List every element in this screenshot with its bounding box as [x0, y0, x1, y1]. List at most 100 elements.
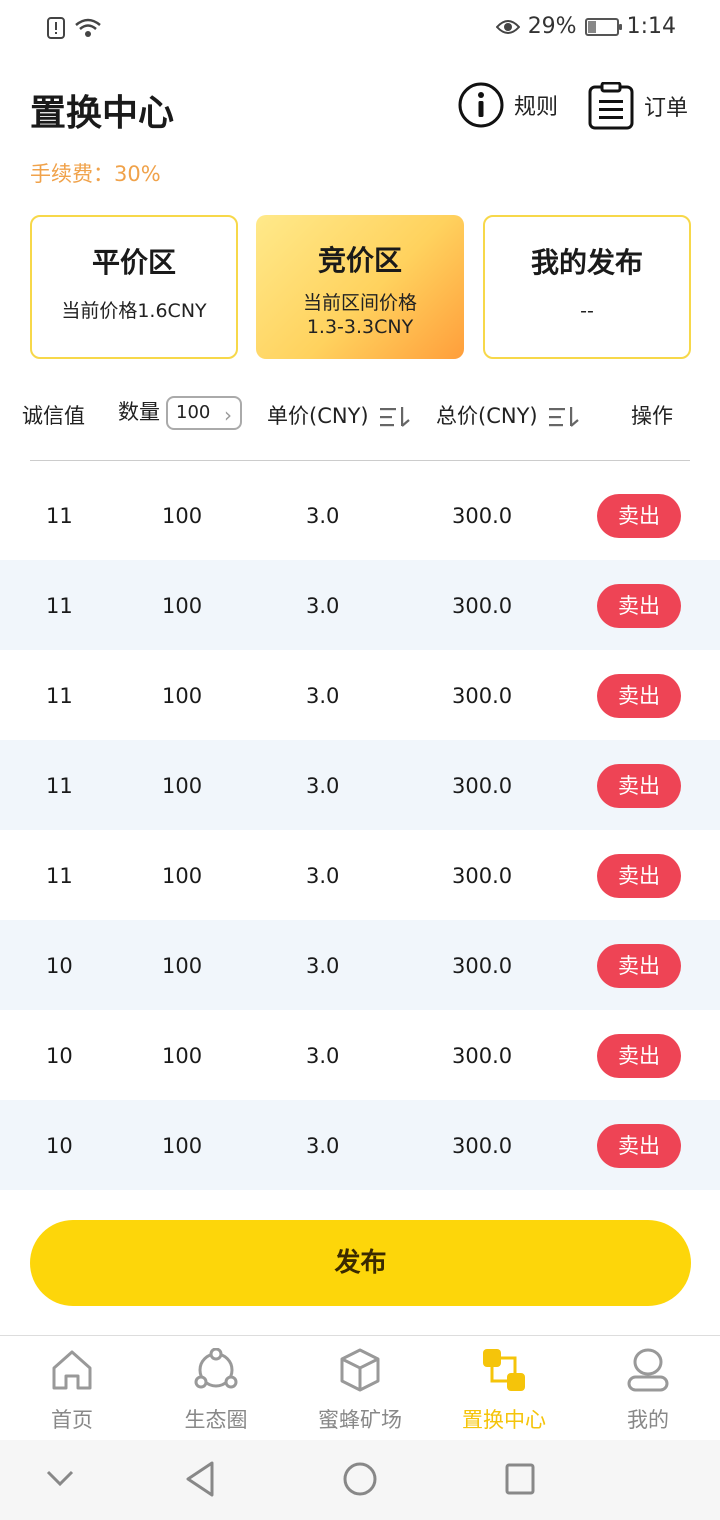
- zone-title: 我的发布: [530, 246, 643, 279]
- cell-quantity: 100: [162, 594, 203, 618]
- cell-total: 300.0: [452, 954, 513, 978]
- quantity-filter-value: 100: [176, 402, 211, 423]
- cell-unit-price: 3.0: [306, 684, 340, 708]
- cell-quantity: 100: [162, 954, 203, 978]
- exchange-icon: [483, 1349, 525, 1391]
- alert-icon: [47, 17, 65, 39]
- nav-item-exchange-center[interactable]: 置换中心: [444, 1344, 564, 1434]
- cell-credit: 10: [46, 1044, 73, 1068]
- nav-label: 置换中心: [462, 1408, 546, 1432]
- nav-label: 我的: [627, 1408, 669, 1432]
- profile-icon: [627, 1348, 669, 1392]
- table-row: 11 100 3.0 300.0 卖出: [0, 830, 720, 920]
- status-bar: 29% 1:14: [0, 0, 720, 56]
- table-header: 诚信值 数量 100 › 单价(CNY) 总价(CNY) 操作: [0, 380, 720, 450]
- quantity-filter[interactable]: 100 ›: [166, 396, 242, 430]
- cell-quantity: 100: [162, 504, 203, 528]
- zone-subtitle-line2: 1.3-3.3CNY: [306, 316, 414, 338]
- back-icon[interactable]: [184, 1460, 216, 1498]
- box-icon: [340, 1348, 380, 1392]
- page-title: 置换中心: [30, 93, 175, 134]
- cell-quantity: 100: [162, 684, 203, 708]
- collapse-icon[interactable]: [44, 1468, 76, 1490]
- header-unit-price[interactable]: 单价(CNY): [267, 400, 411, 430]
- eye-icon: [495, 19, 520, 34]
- sell-button[interactable]: 卖出: [597, 674, 681, 718]
- table-row: 11 100 3.0 300.0 卖出: [0, 740, 720, 830]
- cell-unit-price: 3.0: [306, 504, 340, 528]
- zone-title: 竞价区: [317, 244, 402, 277]
- table-row: 11 100 3.0 300.0 卖出: [0, 650, 720, 740]
- nav-label: 生态圈: [184, 1408, 248, 1432]
- header-quantity-label: 数量: [118, 400, 160, 424]
- orders-button[interactable]: 订单: [588, 82, 688, 130]
- cell-total: 300.0: [452, 504, 513, 528]
- system-nav-bar: [0, 1440, 720, 1520]
- sell-button[interactable]: 卖出: [597, 1034, 681, 1078]
- table-row: 10 100 3.0 300.0 卖出: [0, 1100, 720, 1190]
- recents-icon[interactable]: [504, 1460, 536, 1498]
- battery-icon: [584, 17, 622, 36]
- cell-total: 300.0: [452, 1134, 513, 1158]
- cell-credit: 11: [46, 774, 73, 798]
- publish-button[interactable]: 发布: [30, 1220, 691, 1306]
- cell-quantity: 100: [162, 1044, 203, 1068]
- home-circle-icon[interactable]: [342, 1460, 378, 1498]
- sell-button[interactable]: 卖出: [597, 944, 681, 988]
- zone-title: 平价区: [91, 246, 176, 279]
- nav-item-profile[interactable]: 我的: [588, 1344, 708, 1434]
- nav-item-ecosystem[interactable]: 生态圈: [156, 1344, 276, 1434]
- nav-label: 首页: [51, 1408, 93, 1432]
- clipboard-icon: [588, 82, 634, 130]
- zone-card-flat-price[interactable]: 平价区 当前价格1.6CNY: [30, 215, 238, 359]
- table-row: 11 100 3.0 300.0 卖出: [0, 560, 720, 650]
- sell-button[interactable]: 卖出: [597, 764, 681, 808]
- sell-button[interactable]: 卖出: [597, 1124, 681, 1168]
- cell-unit-price: 3.0: [306, 1044, 340, 1068]
- header-unit-price-label: 单价(CNY): [267, 404, 369, 428]
- cell-total: 300.0: [452, 684, 513, 708]
- cell-quantity: 100: [162, 1134, 203, 1158]
- cell-unit-price: 3.0: [306, 954, 340, 978]
- cell-credit: 11: [46, 504, 73, 528]
- cell-unit-price: 3.0: [306, 1134, 340, 1158]
- sort-icon: [548, 407, 579, 427]
- sell-button[interactable]: 卖出: [597, 854, 681, 898]
- fee-text: 手续费：30%: [30, 162, 161, 186]
- cell-unit-price: 3.0: [306, 774, 340, 798]
- rules-label: 规则: [514, 95, 559, 120]
- header-total-price[interactable]: 总价(CNY): [436, 400, 580, 430]
- nav-item-home[interactable]: 首页: [12, 1344, 132, 1434]
- table-row: 11 100 3.0 300.0 卖出: [0, 470, 720, 560]
- nav-label: 蜜蜂矿场: [318, 1408, 402, 1432]
- chevron-right-icon: ›: [224, 403, 232, 427]
- battery-percent: 29%: [527, 14, 577, 39]
- status-right: 29% 1:14: [495, 14, 676, 39]
- order-list: 11 100 3.0 300.0 卖出 11 100 3.0 300.0 卖出 …: [0, 470, 720, 1190]
- cell-total: 300.0: [452, 864, 513, 888]
- header-quantity: 数量 100 ›: [118, 396, 242, 430]
- zone-subtitle: 当前价格1.6CNY: [61, 300, 207, 322]
- cell-total: 300.0: [452, 1044, 513, 1068]
- table-row: 10 100 3.0 300.0 卖出: [0, 920, 720, 1010]
- cell-quantity: 100: [162, 864, 203, 888]
- zone-card-bidding[interactable]: 竞价区 当前区间价格 1.3-3.3CNY: [256, 215, 464, 359]
- header-action: 操作: [631, 404, 673, 428]
- sell-button[interactable]: 卖出: [597, 494, 681, 538]
- zone-card-my-posts[interactable]: 我的发布 --: [483, 215, 691, 359]
- cell-credit: 10: [46, 954, 73, 978]
- clock: 1:14: [626, 14, 676, 39]
- status-left: [46, 16, 102, 40]
- nav-item-bee-mine[interactable]: 蜜蜂矿场: [300, 1344, 420, 1434]
- zone-subtitle: --: [580, 300, 594, 322]
- rules-button[interactable]: 规则: [458, 82, 558, 128]
- cell-credit: 10: [46, 1134, 73, 1158]
- cell-unit-price: 3.0: [306, 594, 340, 618]
- home-icon: [52, 1350, 92, 1390]
- header-total-price-label: 总价(CNY): [436, 404, 538, 428]
- zone-subtitle: 当前区间价格 1.3-3.3CNY: [256, 291, 464, 339]
- orders-label: 订单: [644, 96, 689, 121]
- info-icon: [458, 82, 504, 128]
- sell-button[interactable]: 卖出: [597, 584, 681, 628]
- cell-credit: 11: [46, 594, 73, 618]
